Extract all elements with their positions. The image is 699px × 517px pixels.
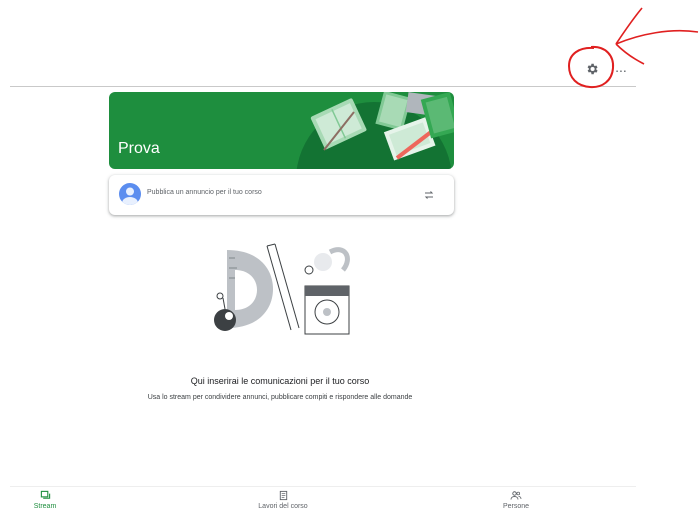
course-banner[interactable]: Prova bbox=[109, 92, 454, 169]
repost-button[interactable] bbox=[420, 186, 438, 204]
avatar bbox=[119, 183, 141, 205]
user-avatar-icon bbox=[122, 187, 138, 205]
nav-stream-label: Stream bbox=[33, 503, 57, 510]
nav-people[interactable]: Persone bbox=[493, 490, 539, 516]
banner-illustration bbox=[296, 92, 454, 169]
course-title[interactable]: Prova bbox=[118, 140, 160, 158]
bottom-divider bbox=[10, 486, 636, 487]
empty-state-description: Usa lo stream per condividere annunci, p… bbox=[147, 394, 413, 401]
nav-classwork-label: Lavori del corso bbox=[258, 503, 308, 510]
announce-card[interactable]: Pubblica un annuncio per il tuo corso bbox=[109, 175, 454, 215]
stream-icon bbox=[40, 490, 50, 499]
annotation-circle bbox=[567, 45, 615, 89]
nav-people-label: Persone bbox=[502, 503, 530, 510]
people-icon bbox=[510, 491, 522, 500]
classwork-icon bbox=[279, 490, 287, 501]
annotation-arrow bbox=[615, 7, 699, 65]
empty-state-illustration bbox=[214, 243, 350, 335]
empty-state-title: Qui inserirai le comunicazioni per il tu… bbox=[190, 376, 370, 386]
nav-stream[interactable]: Stream bbox=[25, 490, 65, 516]
nav-classwork[interactable]: Lavori del corso bbox=[245, 490, 321, 516]
announce-placeholder[interactable]: Pubblica un annuncio per il tuo corso bbox=[147, 189, 262, 196]
repost-icon bbox=[424, 191, 434, 199]
top-divider bbox=[10, 86, 636, 87]
